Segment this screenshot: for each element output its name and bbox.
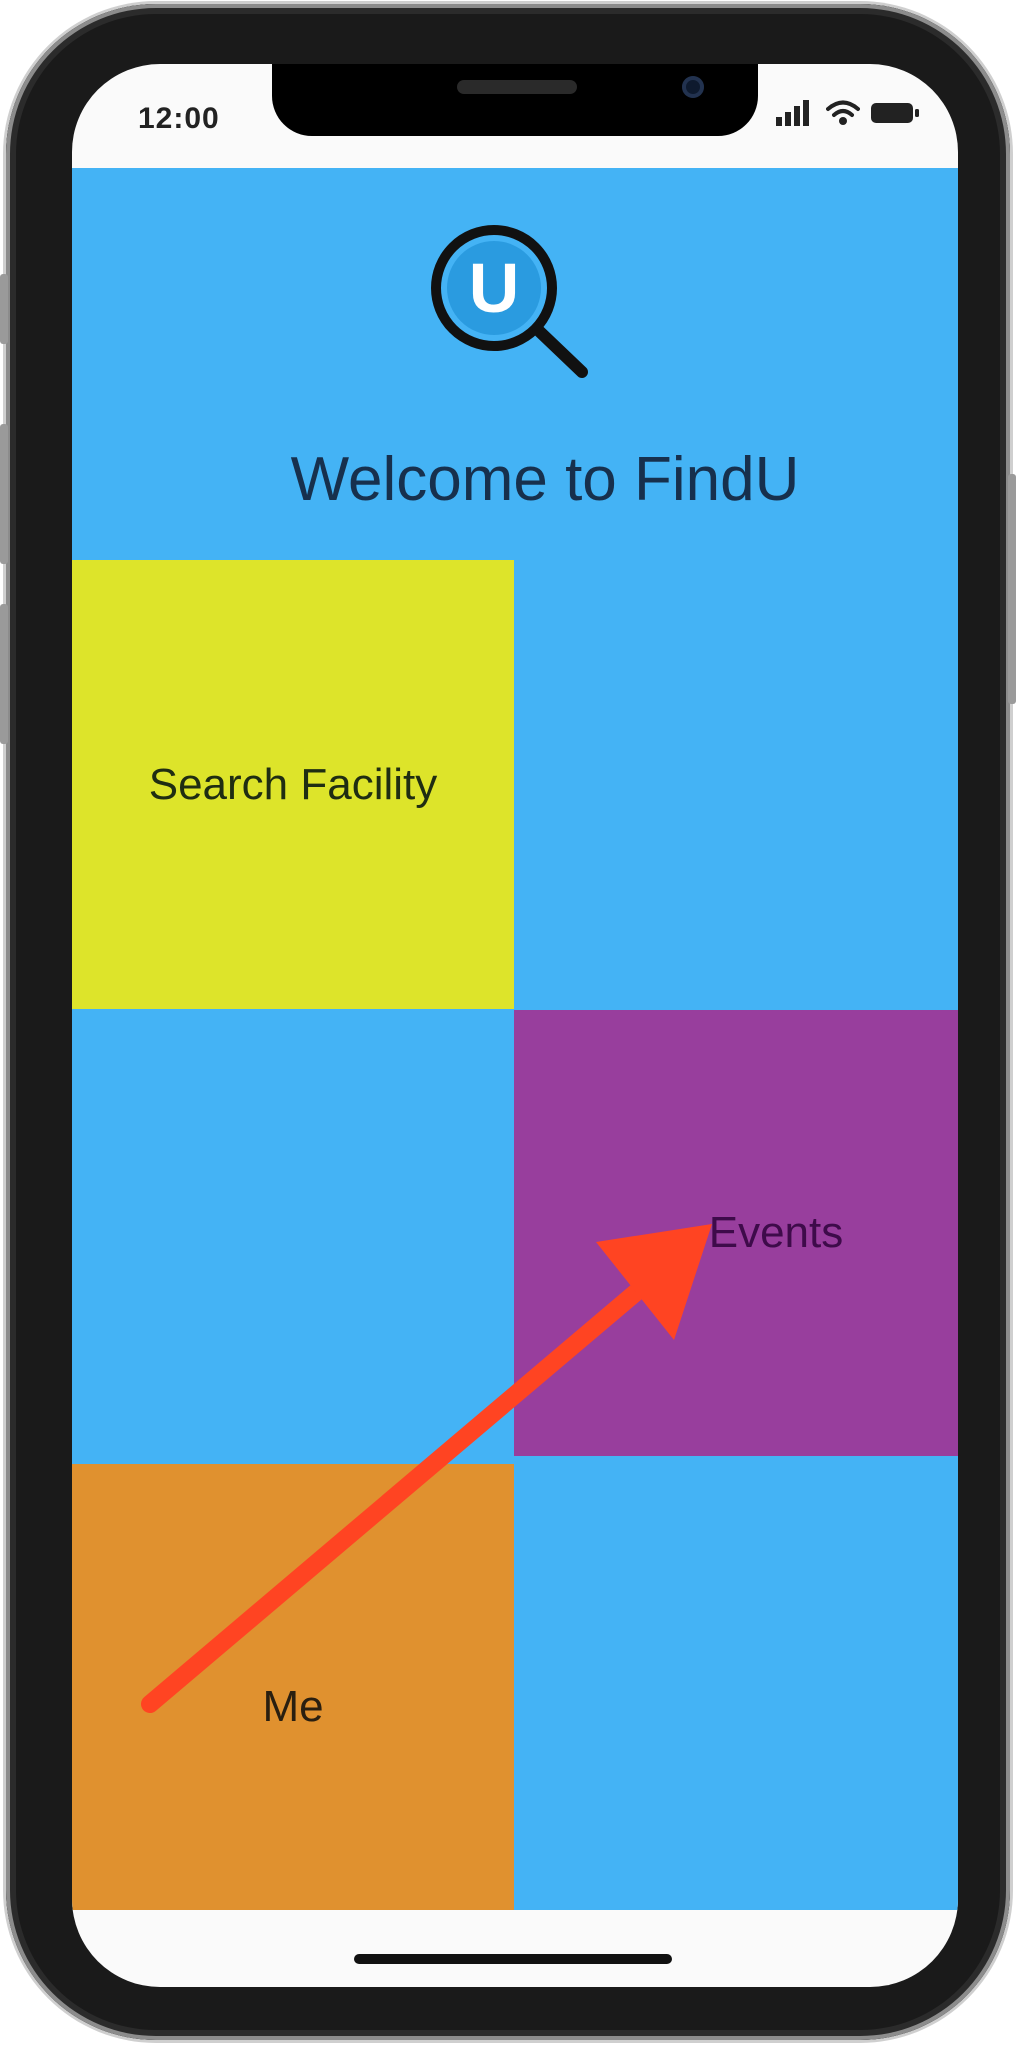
- mute-switch: [0, 274, 8, 344]
- home-indicator[interactable]: [354, 1954, 672, 1964]
- volume-down-button: [0, 604, 8, 744]
- welcome-title: Welcome to FindU: [290, 445, 800, 514]
- phone-screen: 12:00 U Welcome to FindU Search Facility…: [72, 64, 958, 1987]
- power-button: [1008, 474, 1016, 704]
- battery-icon: [871, 103, 919, 123]
- search-facility-tile[interactable]: Search Facility: [72, 560, 514, 1009]
- status-icons: [776, 100, 920, 126]
- speaker-grille: [457, 80, 577, 94]
- me-label: Me: [262, 1682, 324, 1731]
- volume-up-button: [0, 424, 8, 564]
- search-facility-label: Search Facility: [148, 759, 438, 809]
- events-tile[interactable]: Events: [514, 1010, 958, 1456]
- notch: [272, 64, 758, 136]
- magnifier-logo-icon: U: [431, 225, 588, 378]
- logo-letter: U: [469, 249, 520, 327]
- findu-home-screen: U Welcome to FindU Search Facility Event…: [72, 168, 958, 1910]
- cellular-signal-icon: [776, 100, 809, 126]
- events-label: Events: [708, 1208, 844, 1257]
- status-time: 12:00: [138, 102, 220, 135]
- wifi-icon: [826, 100, 860, 125]
- front-camera: [682, 76, 704, 98]
- me-tile[interactable]: Me: [72, 1464, 514, 1910]
- phone-frame: 12:00 U Welcome to FindU Search Facility…: [0, 4, 1016, 2040]
